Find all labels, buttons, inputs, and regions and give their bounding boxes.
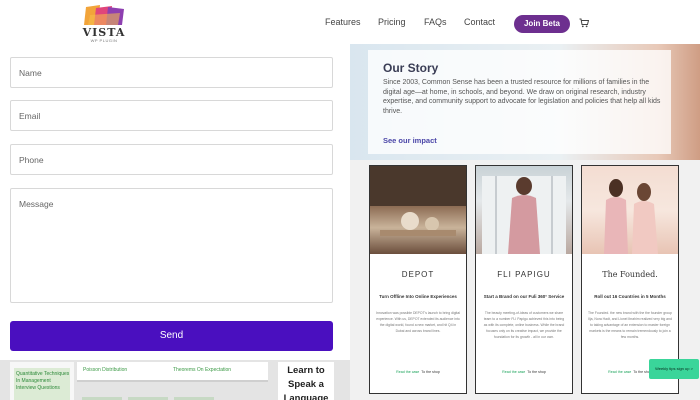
name-placeholder: Name bbox=[19, 68, 42, 78]
logo-subtitle: WP PLUGIN bbox=[90, 38, 118, 43]
nav-faqs[interactable]: FAQs bbox=[424, 17, 447, 27]
poisson-link[interactable]: Poisson Distribution bbox=[83, 367, 127, 373]
fli-papigu-body: The beauty meeting-of-ideas of customers… bbox=[483, 311, 565, 339]
fli-papigu-image bbox=[476, 166, 572, 254]
learn-language-text: Learn to Speak a Language bbox=[283, 365, 329, 400]
depot-read-case-text: Read the case bbox=[396, 370, 420, 374]
case-card-fli-papigu[interactable]: FLI PAPIGU Start a Brand on our Fuli 360… bbox=[475, 165, 573, 394]
fli-papigu-read-case-text: Read the case bbox=[502, 370, 526, 374]
email-placeholder: Email bbox=[19, 111, 41, 121]
related-tile-topics: Poisson Distribution Theorems On Expecta… bbox=[77, 362, 268, 382]
cart-icon[interactable] bbox=[579, 18, 589, 28]
story-text: Since 2003, Common Sense has been a trus… bbox=[383, 79, 661, 115]
expectation-link[interactable]: Theorems On Expectation bbox=[173, 367, 231, 373]
the-founded-image bbox=[582, 166, 678, 254]
story-title: Our Story bbox=[383, 61, 439, 75]
fli-papigu-links: Read the case To the shop bbox=[476, 370, 572, 374]
phone-field[interactable]: Phone bbox=[10, 144, 333, 175]
our-story-hero: Our Story Since 2003, Common Sense has b… bbox=[350, 44, 700, 160]
weekly-tips-signup-button[interactable]: Weekly tips sign up > bbox=[649, 359, 699, 379]
fli-papigu-brand: FLI PAPIGU bbox=[497, 270, 551, 279]
nav-features[interactable]: Features bbox=[325, 17, 361, 27]
fli-papigu-headline: Start a Brand on our Fuli 360° Service bbox=[483, 294, 565, 299]
see-impact-link[interactable]: See our impact bbox=[383, 136, 437, 145]
learn-language-ad[interactable]: Learn to Speak a Language bbox=[278, 362, 334, 400]
the-founded-body: The Founded. the new brand with the the … bbox=[588, 311, 672, 339]
depot-links: Read the case To the shop bbox=[370, 370, 466, 374]
depot-body: Innovation was possible DEPOT's launch t… bbox=[376, 311, 460, 333]
contact-form: Name Email Phone Message Send bbox=[0, 44, 350, 360]
message-placeholder: Message bbox=[19, 199, 54, 209]
related-tile-quantitative[interactable]: Quantitative Techniques In Management In… bbox=[10, 362, 74, 400]
tile-quantitative-label: Quantitative Techniques In Management In… bbox=[16, 371, 70, 391]
nav-contact[interactable]: Contact bbox=[464, 17, 495, 27]
send-button[interactable]: Send bbox=[10, 321, 333, 351]
join-beta-button[interactable]: Join Beta bbox=[514, 15, 570, 33]
logo-mark-icon bbox=[84, 5, 124, 25]
phone-placeholder: Phone bbox=[19, 155, 44, 165]
fli-papigu-shop-link[interactable]: To the shop bbox=[527, 370, 546, 374]
depot-headline: Turn Offline Into Online Experiences bbox=[379, 294, 457, 299]
depot-shop-link[interactable]: To the shop bbox=[421, 370, 440, 374]
depot-brand: DEPOT bbox=[401, 270, 435, 279]
the-founded-headline: Roll out 16 Countries in 5 Months bbox=[594, 294, 666, 299]
name-field[interactable]: Name bbox=[10, 57, 333, 88]
the-founded-read-case-text: Read the case bbox=[608, 370, 632, 374]
email-field[interactable]: Email bbox=[10, 100, 333, 131]
depot-image bbox=[370, 166, 466, 254]
site-header: VISTA WP PLUGIN Features Pricing FAQs Co… bbox=[0, 0, 700, 44]
vista-logo[interactable]: VISTA WP PLUGIN bbox=[80, 5, 128, 43]
nav-pricing[interactable]: Pricing bbox=[378, 17, 406, 27]
fli-papigu-read-case-link[interactable]: Read the case bbox=[502, 370, 525, 374]
message-field[interactable]: Message bbox=[10, 188, 333, 303]
depot-read-case-link[interactable]: Read the case bbox=[396, 370, 419, 374]
story-box: Our Story Since 2003, Common Sense has b… bbox=[368, 50, 671, 154]
case-card-depot[interactable]: DEPOT Turn Offline Into Online Experienc… bbox=[369, 165, 467, 394]
the-founded-read-case-link[interactable]: Read the case bbox=[608, 370, 631, 374]
the-founded-brand: The Founded. bbox=[602, 270, 658, 279]
